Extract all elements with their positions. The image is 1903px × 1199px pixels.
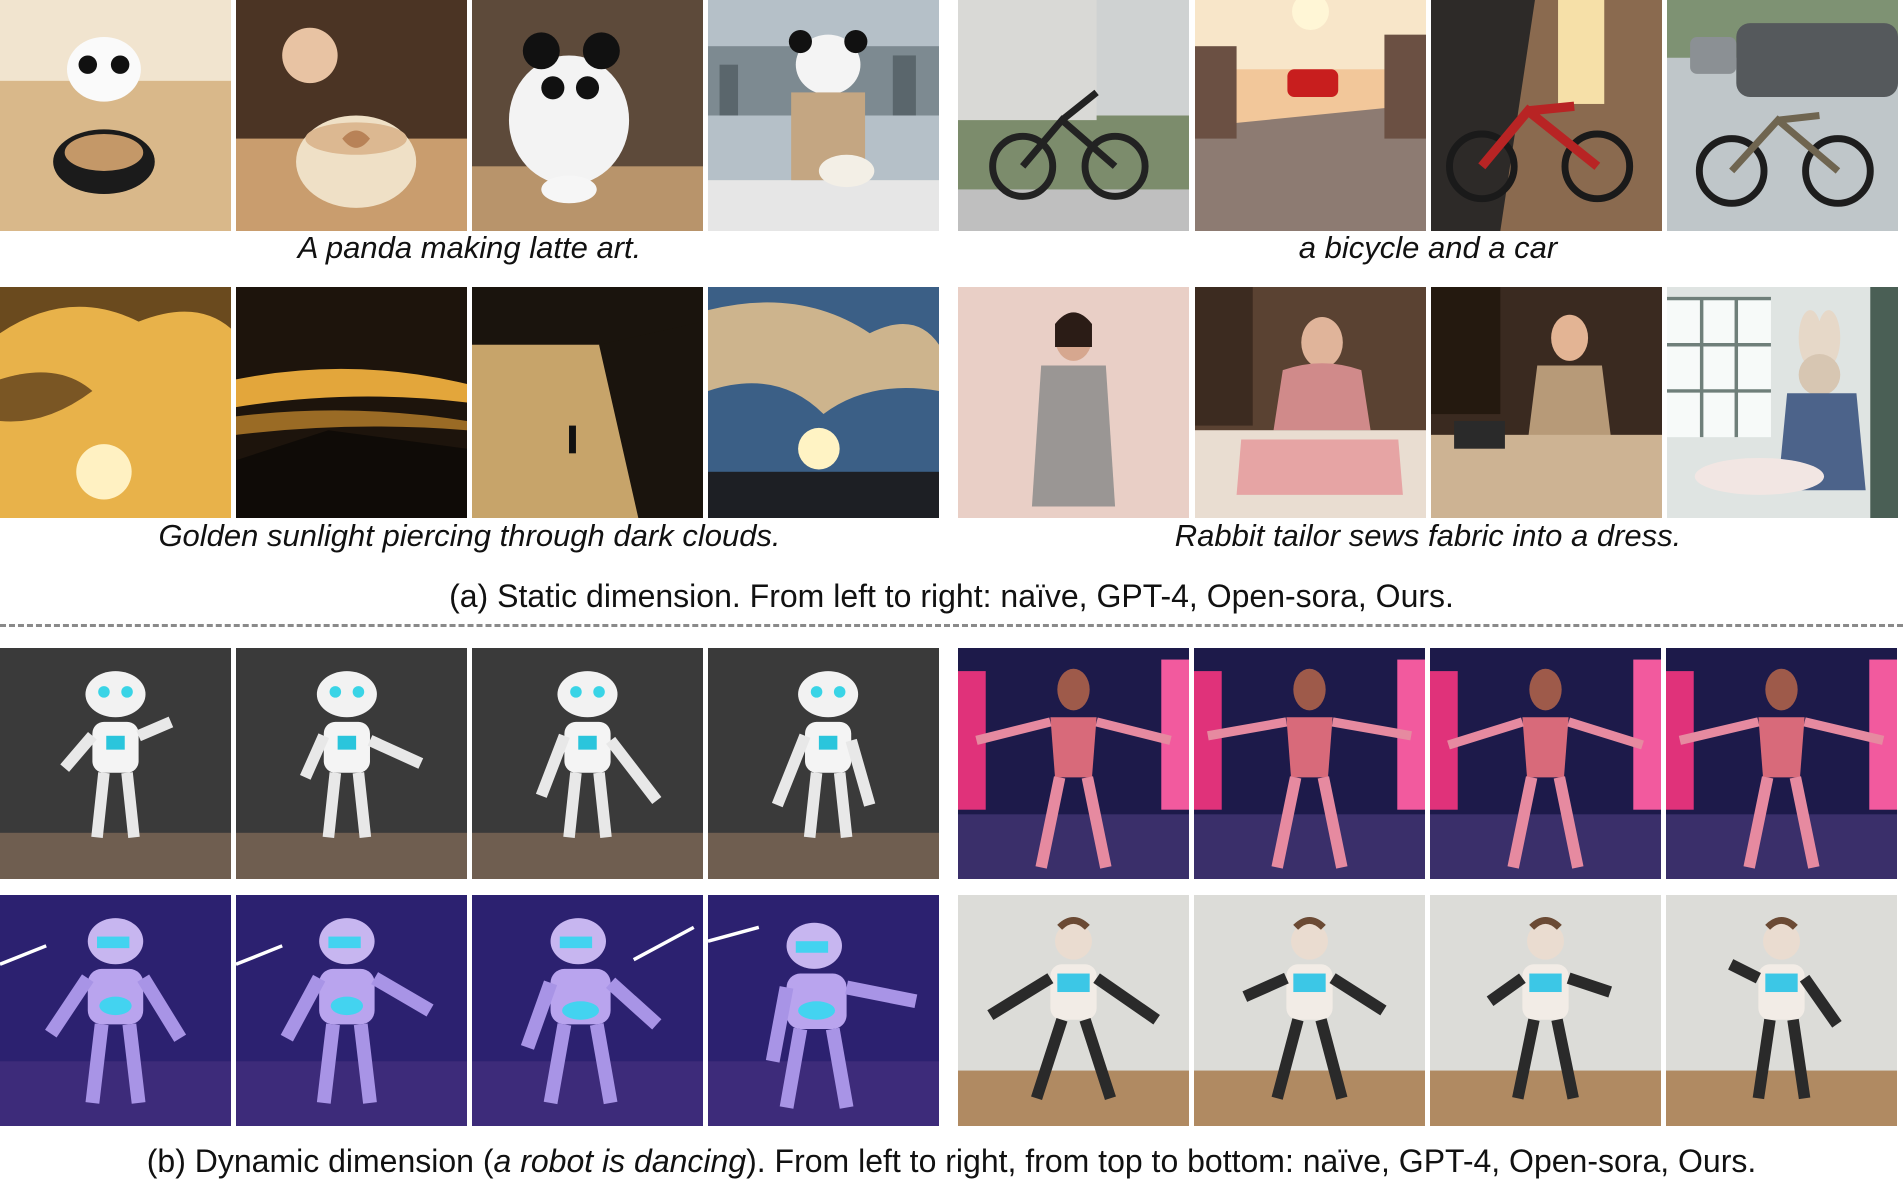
image-bicycle-naive [958,0,1189,231]
caption-bicycle: a bicycle and a car [1298,230,1558,265]
subcaption-dynamic-prefix: (b) Dynamic dimension ( [146,1143,494,1179]
image-tailor-opensora [1431,287,1662,518]
image-robot-neon-1 [958,648,1189,879]
image-tailor-ours [1667,287,1898,518]
image-bicycle-opensora [1431,0,1662,231]
caption-sunlight: Golden sunlight piercing through dark cl… [158,518,781,553]
image-robot-neon-3 [1430,648,1661,879]
section-divider [0,624,1903,627]
image-robot-room-1 [958,895,1189,1126]
subcaption-static: (a) Static dimension. From left to right… [449,578,1454,614]
image-robot-purple-2 [236,895,467,1126]
image-robot-neon-4 [1666,648,1897,879]
image-bicycle-gpt4 [1195,0,1426,231]
image-robot-room-2 [1194,895,1425,1126]
image-panda-naive [0,0,231,231]
subcaption-dynamic-suffix: ). From left to right, from top to botto… [746,1143,1757,1179]
image-robot-white-4 [708,648,939,879]
caption-panda: A panda making latte art. [297,230,642,265]
image-robot-purple-1 [0,895,231,1126]
image-tailor-naive [958,287,1189,518]
image-robot-white-2 [236,648,467,879]
image-robot-purple-4 [708,895,939,1126]
caption-tailor: Rabbit tailor sews fabric into a dress. [1174,518,1682,553]
image-robot-room-3 [1430,895,1661,1126]
image-robot-neon-2 [1194,648,1425,879]
image-robot-room-4 [1666,895,1897,1126]
image-panda-ours [708,0,939,231]
subcaption-dynamic-prompt: a robot is dancing [493,1143,747,1179]
image-sunlight-ours [708,287,939,518]
image-tailor-gpt4 [1195,287,1426,518]
image-bicycle-ours [1667,0,1898,231]
image-sunlight-gpt4 [236,287,467,518]
image-robot-purple-3 [472,895,703,1126]
image-robot-white-3 [472,648,703,879]
image-sunlight-naive [0,287,231,518]
image-panda-opensora [472,0,703,231]
image-panda-gpt4 [236,0,467,231]
subcaption-dynamic: (b) Dynamic dimension (a robot is dancin… [0,1143,1903,1180]
image-robot-white-1 [0,648,231,879]
image-sunlight-opensora [472,287,703,518]
